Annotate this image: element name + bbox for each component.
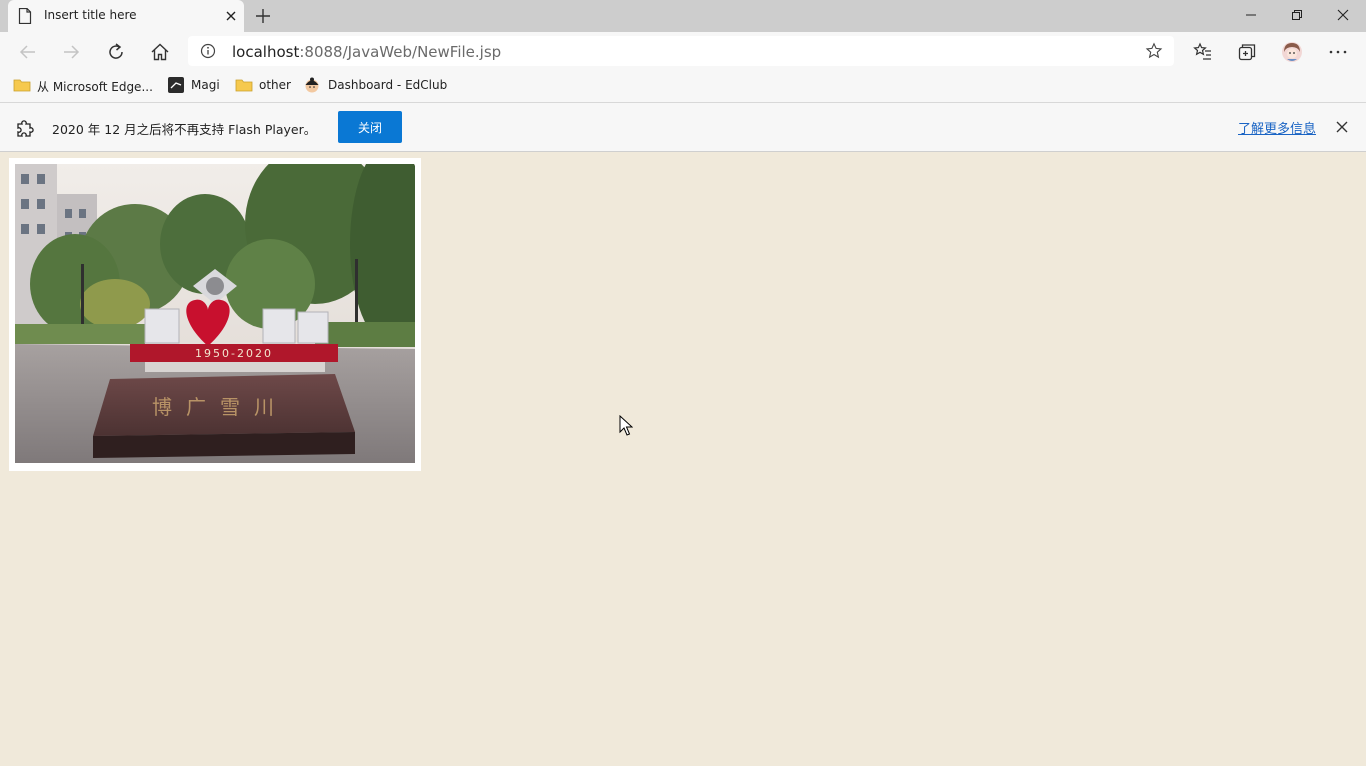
back-arrow-icon[interactable] xyxy=(17,41,39,63)
browser-toolbar: localhost:8088/JavaWeb/NewFile.jsp xyxy=(0,32,1366,70)
forward-arrow-icon[interactable] xyxy=(60,41,82,63)
browser-tab[interactable]: Insert title here xyxy=(8,0,244,32)
address-path: :8088/JavaWeb/NewFile.jsp xyxy=(299,43,502,61)
address-bar[interactable]: localhost:8088/JavaWeb/NewFile.jsp xyxy=(188,36,1174,66)
close-icon xyxy=(1337,9,1349,21)
folder-icon xyxy=(13,79,31,92)
magi-icon xyxy=(168,77,184,93)
tab-title: Insert title here xyxy=(44,8,137,22)
plus-icon[interactable] xyxy=(254,7,272,25)
mouse-cursor-icon xyxy=(619,415,633,436)
profile-avatar[interactable] xyxy=(1281,41,1303,63)
tab-strip: Insert title here xyxy=(0,0,1366,32)
folder-icon xyxy=(235,79,253,92)
sign-text: 1950-2020 xyxy=(195,347,273,360)
more-icon[interactable] xyxy=(1327,41,1349,63)
edclub-icon xyxy=(305,77,319,93)
refresh-icon[interactable] xyxy=(105,41,127,63)
bookmark-label: 从 Microsoft Edge... xyxy=(37,80,153,94)
close-infobar-button[interactable]: 关闭 xyxy=(338,111,402,143)
flash-infobar: 2020 年 12 月之后将不再支持 Flash Player。 关闭 了解更多… xyxy=(0,103,1366,152)
restore-button[interactable] xyxy=(1274,0,1320,30)
favorites-icon[interactable] xyxy=(1192,41,1214,63)
site-info-icon[interactable] xyxy=(200,43,216,59)
photo-frame: 1950-2020 博广雪川 xyxy=(9,158,421,471)
collections-icon[interactable] xyxy=(1236,41,1258,63)
bookmark-label: Magi xyxy=(191,78,220,92)
address-text: localhost:8088/JavaWeb/NewFile.jsp xyxy=(232,43,501,61)
star-icon[interactable] xyxy=(1145,42,1163,60)
address-host: localhost xyxy=(232,43,300,61)
minimize-button[interactable] xyxy=(1228,0,1274,30)
infobar-message: 2020 年 12 月之后将不再支持 Flash Player。 xyxy=(52,122,317,137)
window-close-button[interactable] xyxy=(1320,0,1366,30)
home-icon[interactable] xyxy=(149,41,171,63)
bookmarks-bar: 从 Microsoft Edge... Magi other Dashboard… xyxy=(0,70,1366,103)
close-icon[interactable] xyxy=(1335,120,1349,134)
tab-close-icon[interactable] xyxy=(224,9,238,23)
campus-photo: 1950-2020 博广雪川 xyxy=(15,164,415,463)
minimize-icon xyxy=(1246,14,1256,16)
stone-inscription: 博广雪川 xyxy=(152,395,288,419)
bookmark-label: other xyxy=(259,78,291,92)
bookmark-label: Dashboard - EdClub xyxy=(328,78,448,92)
restore-icon xyxy=(1292,10,1302,20)
puzzle-icon xyxy=(17,120,34,137)
page-icon xyxy=(18,8,32,24)
learn-more-link[interactable]: 了解更多信息 xyxy=(1238,118,1316,137)
